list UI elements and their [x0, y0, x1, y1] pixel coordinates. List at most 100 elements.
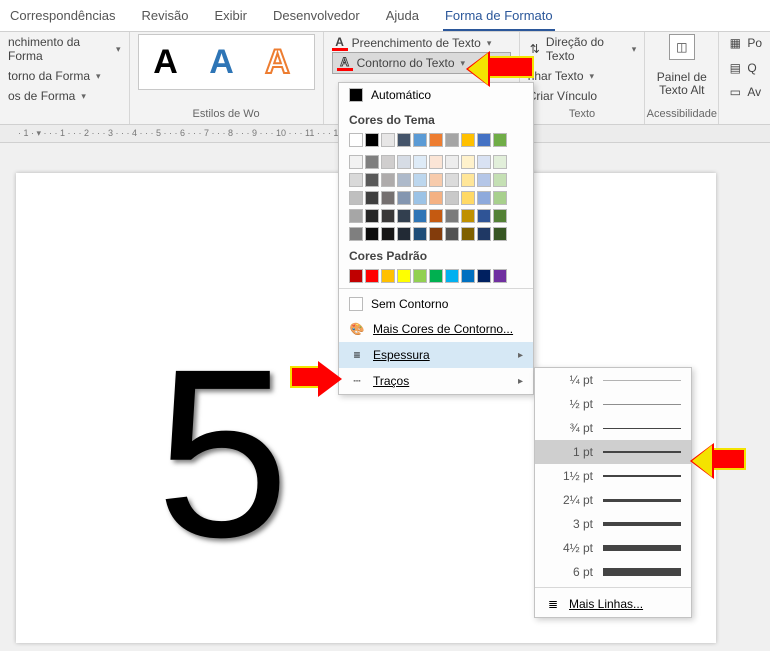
color-swatch[interactable]: [445, 173, 459, 187]
color-swatch[interactable]: [493, 173, 507, 187]
dashes-item[interactable]: ┈ Traços ▸: [339, 368, 533, 394]
color-swatch[interactable]: [493, 191, 507, 205]
color-swatch[interactable]: [429, 269, 443, 283]
color-swatch[interactable]: [413, 173, 427, 187]
weight-15pt[interactable]: 1½ pt: [535, 464, 691, 488]
color-swatch[interactable]: [349, 173, 363, 187]
color-swatch[interactable]: [493, 227, 507, 241]
weight-6pt[interactable]: 6 pt: [535, 560, 691, 584]
color-swatch[interactable]: [445, 155, 459, 169]
color-swatch[interactable]: [413, 133, 427, 147]
text-direction-button[interactable]: ⇅ Direção do Texto▾: [528, 34, 637, 64]
color-swatch[interactable]: [413, 269, 427, 283]
color-swatch[interactable]: [493, 269, 507, 283]
color-swatch[interactable]: [461, 191, 475, 205]
color-swatch[interactable]: [445, 209, 459, 223]
forward-button[interactable]: ▭Av: [727, 83, 762, 101]
wordart-style-1[interactable]: A: [143, 39, 189, 85]
color-swatch[interactable]: [397, 173, 411, 187]
color-swatch[interactable]: [429, 227, 443, 241]
color-swatch[interactable]: [429, 173, 443, 187]
color-swatch[interactable]: [381, 191, 395, 205]
shape-fill-button[interactable]: nchimento da Forma▾: [8, 34, 121, 64]
color-swatch[interactable]: [477, 227, 491, 241]
color-swatch[interactable]: [381, 173, 395, 187]
color-swatch[interactable]: [429, 191, 443, 205]
color-swatch[interactable]: [477, 173, 491, 187]
tab-developer[interactable]: Desenvolvedor: [271, 4, 362, 31]
color-swatch[interactable]: [397, 191, 411, 205]
color-swatch[interactable]: [365, 227, 379, 241]
color-swatch[interactable]: [445, 133, 459, 147]
color-swatch[interactable]: [381, 227, 395, 241]
color-swatch[interactable]: [381, 269, 395, 283]
color-swatch[interactable]: [349, 191, 363, 205]
color-swatch[interactable]: [461, 209, 475, 223]
tab-review[interactable]: Revisão: [140, 4, 191, 31]
text-fill-button[interactable]: A Preenchimento de Texto▾: [332, 34, 511, 52]
color-swatch[interactable]: [365, 269, 379, 283]
color-swatch[interactable]: [445, 191, 459, 205]
color-swatch[interactable]: [349, 227, 363, 241]
wordart-object[interactable]: 5: [156, 333, 289, 573]
color-swatch[interactable]: [461, 269, 475, 283]
wordart-style-3[interactable]: A: [255, 39, 301, 85]
color-swatch[interactable]: [477, 269, 491, 283]
color-swatch[interactable]: [477, 133, 491, 147]
wordart-style-2[interactable]: A: [199, 39, 245, 85]
color-swatch[interactable]: [477, 191, 491, 205]
more-outline-colors-item[interactable]: 🎨 Mais Cores de Contorno...: [339, 316, 533, 342]
color-swatch[interactable]: [429, 209, 443, 223]
align-text-button[interactable]: nhar Texto▾: [528, 68, 637, 84]
color-swatch[interactable]: [381, 133, 395, 147]
color-swatch[interactable]: [397, 133, 411, 147]
color-swatch[interactable]: [413, 191, 427, 205]
color-swatch[interactable]: [477, 155, 491, 169]
tab-mailings[interactable]: Correspondências: [8, 4, 118, 31]
color-swatch[interactable]: [365, 155, 379, 169]
color-swatch[interactable]: [461, 155, 475, 169]
weight-item[interactable]: ≡ Espessura ▸: [339, 342, 533, 368]
weight-45pt[interactable]: 4½ pt: [535, 536, 691, 560]
alt-text-icon[interactable]: ◫: [669, 34, 695, 60]
color-swatch[interactable]: [397, 209, 411, 223]
color-swatch[interactable]: [429, 133, 443, 147]
tab-view[interactable]: Exibir: [212, 4, 249, 31]
color-swatch[interactable]: [461, 133, 475, 147]
weight-05pt[interactable]: ½ pt: [535, 392, 691, 416]
color-swatch[interactable]: [413, 155, 427, 169]
color-swatch[interactable]: [349, 209, 363, 223]
shape-outline-button[interactable]: torno da Forma▾: [8, 68, 121, 84]
weight-225pt[interactable]: 2¼ pt: [535, 488, 691, 512]
color-swatch[interactable]: [493, 209, 507, 223]
automatic-color-item[interactable]: Automático: [339, 83, 533, 107]
color-swatch[interactable]: [381, 155, 395, 169]
tab-help[interactable]: Ajuda: [384, 4, 421, 31]
color-swatch[interactable]: [477, 209, 491, 223]
color-swatch[interactable]: [397, 269, 411, 283]
color-swatch[interactable]: [365, 173, 379, 187]
weight-3pt[interactable]: 3 pt: [535, 512, 691, 536]
color-swatch[interactable]: [445, 269, 459, 283]
color-swatch[interactable]: [445, 227, 459, 241]
wordart-gallery[interactable]: A A A: [138, 34, 315, 90]
create-link-button[interactable]: Criar Vínculo: [528, 88, 637, 104]
color-swatch[interactable]: [493, 155, 507, 169]
color-swatch[interactable]: [461, 227, 475, 241]
color-swatch[interactable]: [493, 133, 507, 147]
tab-shape-format[interactable]: Forma de Formato: [443, 4, 555, 31]
color-swatch[interactable]: [349, 155, 363, 169]
color-swatch[interactable]: [397, 155, 411, 169]
color-swatch[interactable]: [381, 209, 395, 223]
shape-effects-button[interactable]: os de Forma▾: [8, 88, 121, 104]
color-swatch[interactable]: [349, 269, 363, 283]
position-button[interactable]: ▦Po: [727, 34, 762, 52]
more-lines-item[interactable]: ≣ Mais Linhas...: [535, 591, 691, 617]
color-swatch[interactable]: [429, 155, 443, 169]
color-swatch[interactable]: [397, 227, 411, 241]
weight-025pt[interactable]: ¼ pt: [535, 368, 691, 392]
no-outline-item[interactable]: Sem Contorno: [339, 292, 533, 316]
weight-1pt[interactable]: 1 pt: [535, 440, 691, 464]
color-swatch[interactable]: [413, 227, 427, 241]
color-swatch[interactable]: [365, 209, 379, 223]
